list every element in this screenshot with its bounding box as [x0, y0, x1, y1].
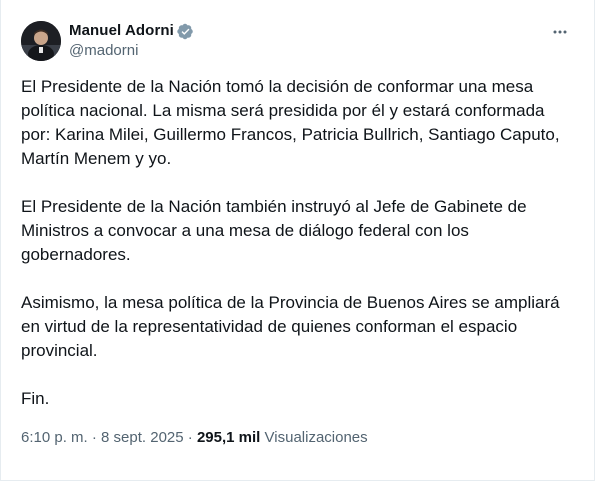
- post-paragraph: Fin.: [21, 389, 50, 408]
- post-paragraph: El Presidente de la Nación también instr…: [21, 197, 527, 264]
- author-display-name[interactable]: Manuel Adorni: [69, 21, 174, 41]
- post-card: Manuel Adorni @madorni El Presidente de …: [0, 0, 595, 481]
- verified-badge-icon[interactable]: [177, 23, 194, 40]
- post-paragraph: El Presidente de la Nación tomó la decis…: [21, 77, 560, 168]
- post-date: 8 sept. 2025: [101, 429, 184, 446]
- post-time: 6:10 p. m.: [21, 429, 88, 446]
- display-name-row: Manuel Adorni: [69, 21, 194, 41]
- post-paragraph: Asimismo, la mesa política de la Provinc…: [21, 293, 560, 360]
- author-names: Manuel Adorni @madorni: [69, 21, 194, 61]
- views-count: 295,1 mil: [196, 429, 261, 446]
- author-handle[interactable]: @madorni: [69, 41, 194, 61]
- views-label: Visualizaciones: [264, 429, 368, 446]
- post-header: Manuel Adorni @madorni: [21, 20, 582, 62]
- meta-separator: ·: [91, 429, 97, 446]
- post-text: El Presidente de la Nación tomó la decis…: [21, 75, 581, 435]
- more-options-icon[interactable]: [548, 20, 572, 44]
- meta-separator: ·: [187, 429, 193, 446]
- post-timestamp[interactable]: 6:10 p. m. · 8 sept. 2025: [21, 429, 184, 446]
- avatar[interactable]: [21, 21, 61, 61]
- post-meta: 6:10 p. m. · 8 sept. 2025 · 295,1 mil Vi…: [21, 428, 368, 448]
